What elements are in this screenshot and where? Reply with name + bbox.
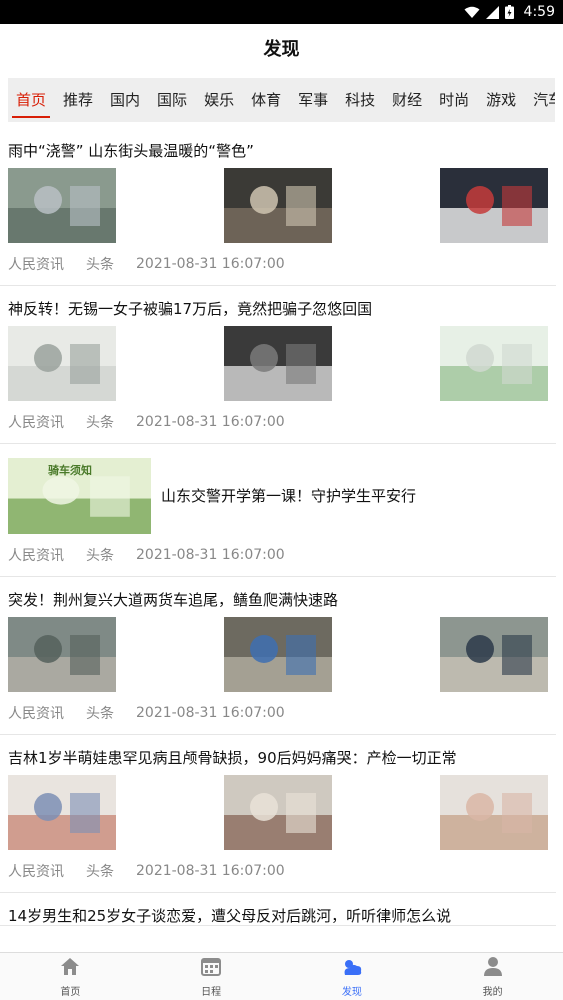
category-tabs[interactable]: 首页推荐国内国际娱乐体育军事科技财经时尚游戏汽车	[8, 78, 555, 122]
news-title[interactable]: 神反转！无锡一女子被骗17万后，竟然把骗子忽悠回国	[8, 286, 548, 318]
news-source: 人民资讯	[8, 415, 64, 431]
news-title[interactable]: 14岁男生和25岁女子谈恋爱，遭父母反对后跳河，听听律师怎么说	[8, 893, 548, 925]
home-icon	[59, 955, 81, 981]
news-source: 人民资讯	[8, 548, 64, 564]
tab-6[interactable]: 军事	[298, 78, 328, 122]
news-meta: 人民资讯 头条 2021-08-31 16:07:00	[8, 692, 548, 734]
news-item[interactable]: 骑车须知山东交警开学第一课！守护学生平安行人民资讯 头条 2021-08-31 16…	[0, 458, 556, 577]
news-thumbnail[interactable]	[8, 168, 116, 243]
news-source: 人民资讯	[8, 257, 64, 273]
news-thumbnail[interactable]	[224, 775, 332, 850]
news-item[interactable]: 雨中“浇警” 山东街头最温暖的“警色” 人民资讯 头条 2021-08-31 16:0…	[0, 128, 556, 286]
news-time: 2021-08-31 16:07:00	[136, 256, 285, 272]
news-title[interactable]: 山东交警开学第一课！守护学生平安行	[151, 487, 416, 505]
news-thumbnails	[8, 775, 548, 850]
calendar-icon	[200, 955, 222, 981]
battery-icon	[504, 5, 514, 19]
news-item[interactable]: 突发！荆州复兴大道两货车追尾，鳝鱼爬满快速路人民资讯 头条 2021-08-31 1…	[0, 577, 556, 735]
nav-label: 日程	[201, 987, 222, 998]
news-title[interactable]: 吉林1岁半萌娃患罕见病且颅骨缺损，90后妈妈痛哭：产检一切正常	[8, 735, 548, 767]
nav-item-0[interactable]: 首页	[0, 953, 141, 1000]
news-thumbnail[interactable]	[8, 617, 116, 692]
nav-label: 首页	[60, 987, 81, 998]
news-title[interactable]: 雨中“浇警” 山东街头最温暖的“警色”	[8, 128, 548, 160]
news-category: 头条	[86, 415, 114, 431]
news-source: 人民资讯	[8, 864, 64, 880]
tab-9[interactable]: 时尚	[439, 78, 469, 122]
news-thumbnails	[8, 168, 548, 243]
news-meta: 人民资讯 头条 2021-08-31 16:07:00	[8, 850, 548, 892]
tab-8[interactable]: 财经	[392, 78, 422, 122]
status-time: 4:59	[523, 4, 555, 20]
news-meta: 人民资讯 头条 2021-08-31 16:07:00	[8, 534, 548, 576]
news-item[interactable]: 14岁男生和25岁女子谈恋爱，遭父母反对后跳河，听听律师怎么说	[0, 893, 556, 926]
news-source: 人民资讯	[8, 706, 64, 722]
news-item[interactable]: 吉林1岁半萌娃患罕见病且颅骨缺损，90后妈妈痛哭：产检一切正常人民资讯 头条 202…	[0, 735, 556, 893]
tab-7[interactable]: 科技	[345, 78, 375, 122]
news-thumbnails	[8, 326, 548, 401]
status-bar: 4:59	[0, 0, 563, 24]
news-thumbnail[interactable]	[440, 326, 548, 401]
news-thumbnail[interactable]	[8, 775, 116, 850]
app-header: 发现	[0, 24, 563, 72]
news-thumbnail[interactable]	[224, 168, 332, 243]
tab-11[interactable]: 汽车	[533, 78, 555, 122]
news-thumbnail[interactable]	[224, 617, 332, 692]
news-time: 2021-08-31 16:07:00	[136, 414, 285, 430]
nav-item-2[interactable]: 发现	[282, 953, 423, 1000]
news-category: 头条	[86, 257, 114, 273]
news-thumbnail[interactable]	[224, 326, 332, 401]
nav-item-3[interactable]: 我的	[422, 953, 563, 1000]
nav-label: 我的	[482, 987, 503, 998]
tab-0[interactable]: 首页	[11, 78, 51, 122]
news-thumbnail[interactable]	[440, 617, 548, 692]
signal-icon	[485, 5, 499, 19]
wifi-icon	[464, 6, 480, 18]
news-thumbnail[interactable]	[440, 775, 548, 850]
news-time: 2021-08-31 16:07:00	[136, 547, 285, 563]
news-thumbnail[interactable]	[440, 168, 548, 243]
news-thumbnails	[8, 617, 548, 692]
news-item[interactable]: 神反转！无锡一女子被骗17万后，竟然把骗子忽悠回国人民资讯 头条 2021-08-3…	[0, 286, 556, 444]
news-title[interactable]: 突发！荆州复兴大道两货车追尾，鳝鱼爬满快速路	[8, 577, 548, 609]
news-meta: 人民资讯 头条 2021-08-31 16:07:00	[8, 243, 548, 285]
bottom-nav: 首页 日程 发现 我的	[0, 952, 563, 1000]
news-time: 2021-08-31 16:07:00	[136, 705, 285, 721]
news-category: 头条	[86, 864, 114, 880]
thumbnail-caption: 骑车须知	[48, 464, 92, 477]
user-icon	[482, 955, 504, 981]
status-icons: 4:59	[464, 0, 555, 24]
news-feed[interactable]: 雨中“浇警” 山东街头最温暖的“警色” 人民资讯 头条 2021-08-31 16:0…	[0, 128, 563, 952]
nav-label: 发现	[341, 987, 362, 998]
tab-2[interactable]: 国内	[110, 78, 140, 122]
tab-3[interactable]: 国际	[157, 78, 187, 122]
tab-4[interactable]: 娱乐	[204, 78, 234, 122]
discover-icon	[341, 955, 363, 981]
tab-1[interactable]: 推荐	[63, 78, 93, 122]
news-thumbnail[interactable]	[8, 326, 116, 401]
page-title: 发现	[263, 39, 300, 60]
news-category: 头条	[86, 548, 114, 564]
nav-item-1[interactable]: 日程	[141, 953, 282, 1000]
news-time: 2021-08-31 16:07:00	[136, 863, 285, 879]
tab-10[interactable]: 游戏	[486, 78, 516, 122]
tab-5[interactable]: 体育	[251, 78, 281, 122]
news-meta: 人民资讯 头条 2021-08-31 16:07:00	[8, 401, 548, 443]
news-category: 头条	[86, 706, 114, 722]
news-thumbnail[interactable]: 骑车须知	[8, 458, 151, 534]
